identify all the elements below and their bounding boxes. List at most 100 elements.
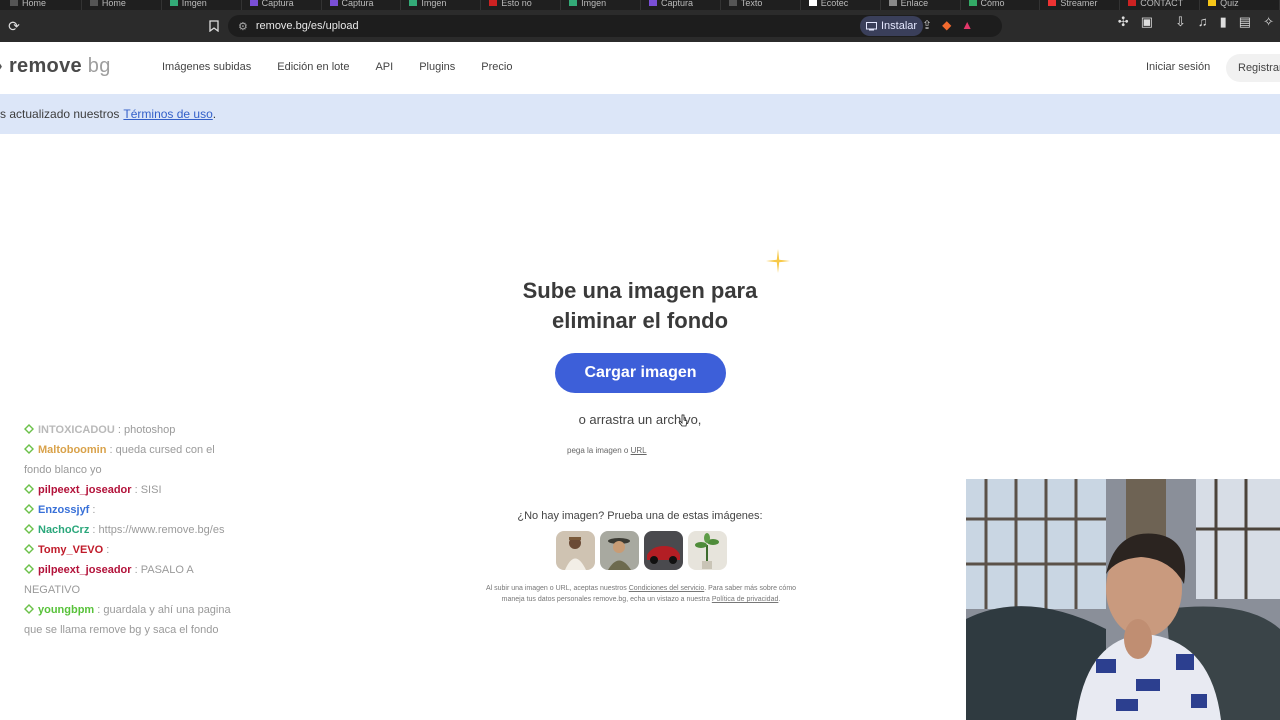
sidebar-icon[interactable]: ▮ xyxy=(1220,14,1227,30)
sample-image-car[interactable] xyxy=(644,531,683,570)
removebg-logo[interactable]: ›remove bg xyxy=(0,55,111,78)
browser-tab[interactable]: Home xyxy=(4,0,82,10)
tab-favicon-icon xyxy=(1048,0,1057,6)
chat-username[interactable]: pilpeext_joseador xyxy=(38,564,132,576)
browser-tab[interactable]: Ecotec xyxy=(803,0,881,10)
brave-shields-icon[interactable]: ◆ xyxy=(942,18,951,32)
sample-image-man-hat[interactable] xyxy=(600,531,639,570)
tab-favicon-icon xyxy=(409,0,418,6)
browser-tab[interactable]: Esto no xyxy=(483,0,562,10)
address-bar[interactable]: ⚙ remove.bg/es/upload Instalar ⇪ ◆ ▲ xyxy=(228,15,1002,37)
site-settings-icon[interactable]: ⚙ xyxy=(238,20,248,33)
tab-favicon-icon xyxy=(649,0,657,6)
paste-hint: pega la imagen o URL xyxy=(567,446,647,455)
tab-favicon-icon xyxy=(329,0,338,6)
reload-icon[interactable]: ⟳ xyxy=(2,14,26,38)
nav-pricing[interactable]: Precio xyxy=(481,61,512,73)
browser-tab[interactable]: Cómo xyxy=(963,0,1041,10)
sample-images-heading: ¿No hay imagen? Prueba una de estas imág… xyxy=(517,510,763,522)
browser-tab-label[interactable]: Texto xyxy=(741,0,763,8)
browser-tab[interactable]: Captura xyxy=(244,0,322,10)
tab-favicon-icon xyxy=(1208,0,1217,6)
bookmark-icon[interactable] xyxy=(202,14,226,38)
page-title-line1: Sube una imagen para xyxy=(522,278,758,303)
browser-tab[interactable]: Texto xyxy=(723,0,801,10)
screenshot-icon[interactable]: ▣ xyxy=(1141,14,1153,30)
toolbar-right-icons: ✣ ▣ ⇩ ♫ ▮ ▤ ✧ xyxy=(1118,14,1274,30)
sample-image-plant[interactable] xyxy=(688,531,727,570)
legal-text-3: . xyxy=(778,596,781,603)
chat-text: : https://www.remove.bg/es xyxy=(92,524,225,536)
nav-uploaded-images[interactable]: Imágenes subidas xyxy=(162,61,251,73)
browser-tab-label[interactable]: Ecotec xyxy=(821,0,849,8)
browser-tab[interactable]: Quiz xyxy=(1202,0,1280,10)
page-title: Sube una imagen para eliminar el fondo xyxy=(440,276,840,336)
browser-tab[interactable]: Enlace xyxy=(883,0,961,10)
nav-bulk-editing[interactable]: Edición en lote xyxy=(277,61,349,73)
chat-message: NachoCrz : https://www.remove.bg/es xyxy=(24,520,234,540)
browser-tab-label[interactable]: Cómo xyxy=(981,0,1005,8)
browser-tab[interactable]: Streamer xyxy=(1042,0,1121,10)
browser-tab[interactable]: Home xyxy=(84,0,162,10)
privacy-policy-link[interactable]: Política de privacidad xyxy=(712,596,779,603)
brave-rewards-icon[interactable]: ▲ xyxy=(961,18,973,32)
browser-tab-label[interactable]: Captura xyxy=(661,0,693,8)
browser-tab-label[interactable]: Esto no xyxy=(501,0,532,8)
url-link[interactable]: URL xyxy=(631,446,647,455)
chat-username[interactable]: Enzossjyf xyxy=(38,504,89,516)
share-icon[interactable]: ⇪ xyxy=(922,18,932,32)
browser-tab[interactable]: Imgen xyxy=(563,0,641,10)
terms-link[interactable]: Términos de uso xyxy=(123,107,212,121)
chat-username[interactable]: Tomy_VEVO xyxy=(38,544,103,556)
login-link[interactable]: Iniciar sesión xyxy=(1146,61,1210,73)
nav-api[interactable]: API xyxy=(375,61,393,73)
tab-favicon-icon xyxy=(489,0,498,6)
browser-tab-label[interactable]: Imgen xyxy=(182,0,207,8)
terms-of-service-link[interactable]: Condiciones del servicio xyxy=(629,585,704,592)
browser-tab[interactable]: Imgen xyxy=(403,0,482,10)
browser-tab-label[interactable]: Enlace xyxy=(901,0,929,8)
drag-drop-text: o arrastra un archivo, xyxy=(578,412,702,427)
tab-favicon-icon xyxy=(249,0,258,6)
tab-favicon-icon xyxy=(1128,0,1137,6)
download-icon[interactable]: ⇩ xyxy=(1175,14,1186,30)
chat-text: : xyxy=(106,544,110,556)
stream-chat-overlay: INTOXICADOU : photoshop Maltoboomin : que… xyxy=(24,420,234,640)
nav-plugins[interactable]: Plugins xyxy=(419,61,455,73)
browser-tab-label[interactable]: Streamer xyxy=(1060,0,1097,8)
tab-favicon-icon xyxy=(888,0,897,6)
tab-favicon-icon xyxy=(569,0,578,6)
chat-username[interactable]: youngbpm xyxy=(38,604,94,616)
browser-tab-label[interactable]: Quiz xyxy=(1220,0,1239,8)
url-text[interactable]: remove.bg/es/upload xyxy=(256,20,359,32)
browser-tab-label[interactable]: Imgen xyxy=(581,0,606,8)
install-app-button[interactable]: Instalar xyxy=(860,16,924,36)
media-icon[interactable]: ♫ xyxy=(1198,14,1208,30)
browser-tab-label[interactable]: Home xyxy=(22,0,46,8)
sample-images xyxy=(556,531,727,570)
browser-tab-label[interactable]: Imgen xyxy=(421,0,446,8)
tab-favicon-icon xyxy=(10,0,18,6)
browser-tab[interactable]: Captura xyxy=(324,0,402,10)
chat-username[interactable]: INTOXICADOU xyxy=(38,424,115,436)
browser-tab-label[interactable]: Home xyxy=(102,0,126,8)
browser-tab[interactable]: Imgen xyxy=(164,0,242,10)
paste-prefix: pega la imagen o xyxy=(567,446,629,455)
register-button[interactable]: Registrar xyxy=(1226,54,1280,82)
install-label[interactable]: Instalar xyxy=(881,20,917,32)
leo-ai-icon[interactable]: ✧ xyxy=(1263,14,1274,30)
browser-tab[interactable]: Captura xyxy=(643,0,721,10)
browser-tab-label[interactable]: Captura xyxy=(342,0,374,8)
browser-tab[interactable]: CONTACT xyxy=(1122,0,1201,10)
chat-message: pilpeext_joseador : SISI xyxy=(24,480,234,500)
sample-image-woman[interactable] xyxy=(556,531,595,570)
chat-username[interactable]: Maltoboomin xyxy=(38,444,106,456)
browser-tab-label[interactable]: CONTACT xyxy=(1140,0,1183,8)
chat-username[interactable]: NachoCrz xyxy=(38,524,89,536)
extensions-icon[interactable]: ✣ xyxy=(1118,14,1129,30)
wallet-icon[interactable]: ▤ xyxy=(1239,14,1251,30)
browser-tab-label[interactable]: Captura xyxy=(262,0,294,8)
upload-image-button[interactable]: Cargar imagen xyxy=(555,353,726,393)
tab-favicon-icon xyxy=(169,0,178,6)
chat-username[interactable]: pilpeext_joseador xyxy=(38,484,132,496)
